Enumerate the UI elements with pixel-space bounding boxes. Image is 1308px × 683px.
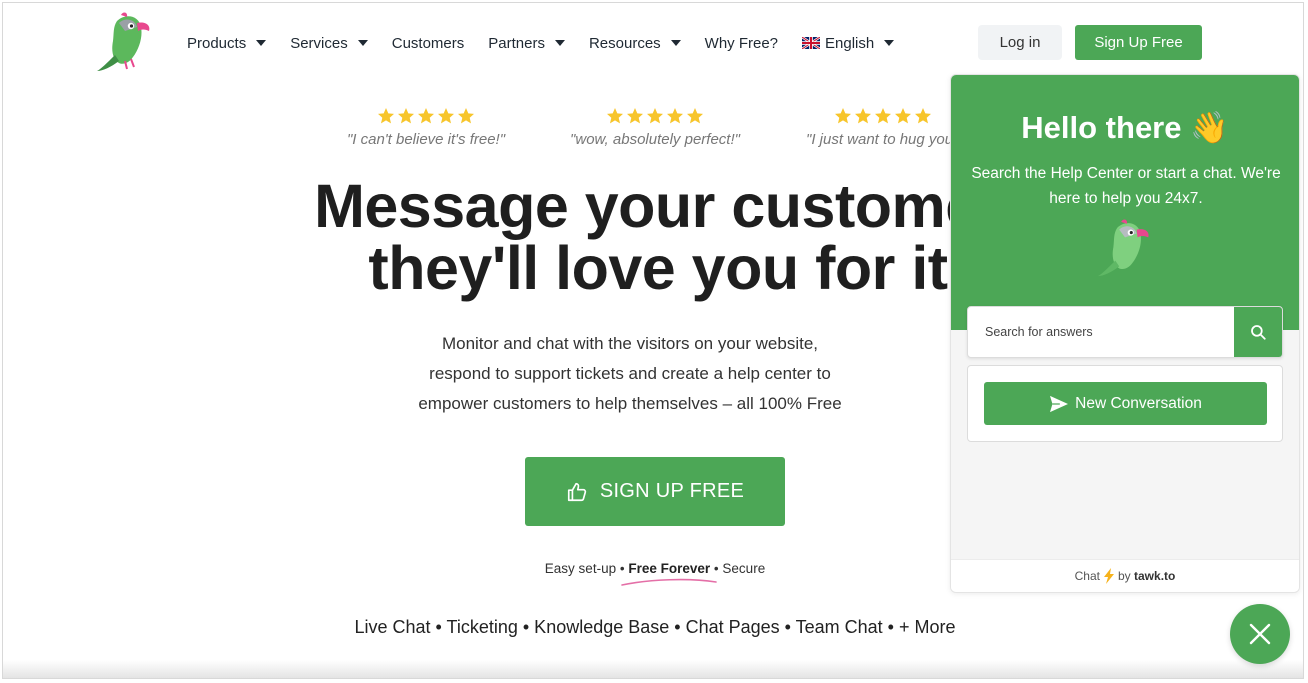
- nav-resources-label: Resources: [588, 34, 661, 52]
- star-icon: [607, 108, 623, 124]
- signup-free-cta-button[interactable]: SIGN UP FREE: [525, 457, 785, 526]
- rating-stars: [778, 107, 958, 127]
- star-icon: [438, 108, 454, 124]
- main-nav: Products Services Customers Partners Res…: [187, 33, 918, 53]
- features-line: Easy set-up • Free Forever • Secure: [463, 561, 847, 576]
- uk-flag-icon: [802, 37, 821, 49]
- headline-line: they'll love you for it: [368, 234, 948, 302]
- login-button[interactable]: Log in: [978, 25, 1062, 60]
- chat-footer-by: by: [1117, 569, 1131, 583]
- star-icon: [647, 108, 663, 124]
- hero-headline: Message your customer they'll love you f…: [243, 175, 1073, 299]
- chevron-down-icon: [554, 40, 565, 46]
- star-icon: [458, 108, 474, 124]
- send-icon: [1050, 395, 1069, 412]
- subtext-line: empower customers to help themselves – a…: [418, 394, 842, 413]
- testimonial-quote: "wow, absolutely perfect!": [570, 131, 740, 148]
- headline-line: Message your customer: [314, 172, 1002, 240]
- language-label: English: [825, 34, 875, 52]
- signup-header-button[interactable]: Sign Up Free: [1075, 25, 1202, 60]
- new-conversation-button[interactable]: New Conversation: [984, 382, 1267, 425]
- search-input[interactable]: [968, 307, 1234, 357]
- lightning-icon: [1103, 568, 1114, 584]
- products-line: Live Chat • Ticketing • Knowledge Base •…: [354, 617, 956, 637]
- star-icon: [398, 108, 414, 124]
- nav-products[interactable]: Products: [187, 34, 267, 52]
- rating-stars: [550, 107, 760, 127]
- feature-secure: Secure: [722, 561, 766, 576]
- search-button[interactable]: [1234, 307, 1282, 357]
- star-icon: [687, 108, 703, 124]
- parrot-logo-icon: [1097, 219, 1149, 277]
- nav-services-label: Services: [290, 34, 348, 52]
- chat-close-button[interactable]: [1230, 604, 1290, 664]
- subtext-line: respond to support tickets and create a …: [429, 364, 831, 383]
- nav-why-free[interactable]: Why Free?: [705, 35, 778, 52]
- chat-footer-prefix: Chat: [1074, 569, 1100, 583]
- star-icon: [418, 108, 434, 124]
- testimonial: "wow, absolutely perfect!": [550, 107, 760, 148]
- help-search: [967, 306, 1283, 358]
- close-icon: [1249, 623, 1271, 645]
- chevron-down-icon: [256, 40, 267, 46]
- hero-subtext: Monitor and chat with the visitors on yo…: [363, 329, 897, 419]
- chevron-down-icon: [884, 40, 895, 46]
- separator: •: [713, 561, 719, 576]
- testimonial: "I can't believe it's free!": [321, 107, 531, 148]
- feature-free-forever: Free Forever: [628, 561, 711, 576]
- new-conversation-card: New Conversation: [967, 365, 1283, 442]
- page-bottom-fade: [3, 660, 1303, 678]
- testimonial: "I just want to hug you: [778, 107, 958, 148]
- chevron-down-icon: [357, 40, 368, 46]
- underline-swoosh: [621, 578, 717, 586]
- feature-easy-setup: Easy set-up: [544, 561, 617, 576]
- new-conversation-label: New Conversation: [1075, 394, 1202, 412]
- star-icon: [667, 108, 683, 124]
- chevron-down-icon: [670, 40, 681, 46]
- rating-stars: [321, 107, 531, 127]
- chat-widget: Hello there 👋 Search the Help Center or …: [950, 74, 1300, 593]
- star-icon: [875, 108, 891, 124]
- star-icon: [895, 108, 911, 124]
- nav-partners-label: Partners: [488, 34, 545, 52]
- separator: •: [619, 561, 625, 576]
- nav-services[interactable]: Services: [290, 35, 368, 52]
- nav-partners[interactable]: Partners: [488, 35, 565, 52]
- chat-footer[interactable]: Chat by tawk.to: [951, 559, 1299, 592]
- nav-products-label: Products: [187, 34, 247, 52]
- nav-customers[interactable]: Customers: [392, 35, 465, 52]
- nav-why-free-label: Why Free?: [704, 34, 779, 52]
- star-icon: [627, 108, 643, 124]
- testimonial-quote: "I just want to hug you: [806, 131, 954, 148]
- nav-resources[interactable]: Resources: [589, 35, 681, 52]
- browser-frame: Products Services Customers Partners Res…: [2, 2, 1304, 679]
- star-icon: [915, 108, 931, 124]
- language-selector[interactable]: English: [802, 34, 895, 52]
- chat-greeting: Hello there 👋: [1021, 110, 1229, 145]
- star-icon: [855, 108, 871, 124]
- star-icon: [835, 108, 851, 124]
- star-icon: [378, 108, 394, 124]
- search-icon: [1251, 325, 1266, 340]
- thumbs-up-icon: [567, 482, 586, 501]
- nav-customers-label: Customers: [391, 34, 465, 52]
- testimonial-quote: "I can't believe it's free!": [346, 131, 506, 148]
- parrot-logo-icon[interactable]: [95, 11, 155, 75]
- subtext-line: Monitor and chat with the visitors on yo…: [441, 334, 819, 353]
- cta-label: SIGN UP FREE: [599, 480, 745, 502]
- chat-footer-brand: tawk.to: [1134, 569, 1176, 583]
- chat-subtitle: Search the Help Center or start a chat. …: [971, 165, 1281, 207]
- chat-header: Hello there 👋 Search the Help Center or …: [951, 75, 1299, 330]
